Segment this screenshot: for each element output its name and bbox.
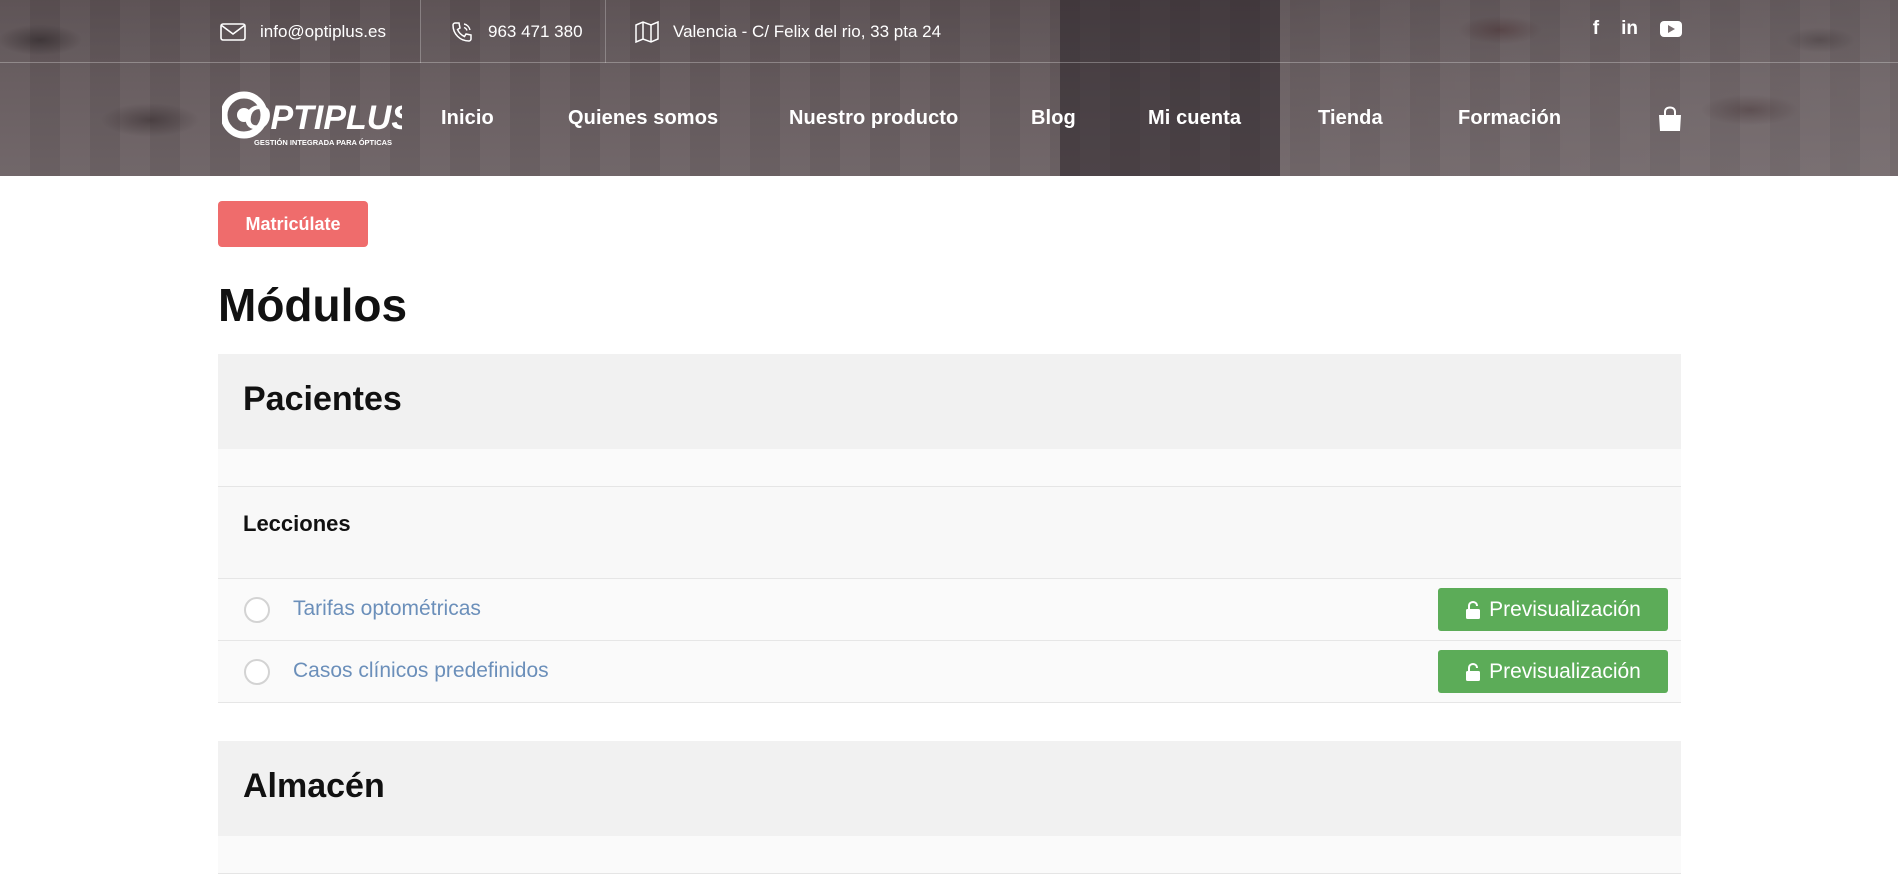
nav-item-formacion[interactable]: Formación bbox=[1458, 107, 1561, 130]
module-spacer bbox=[218, 449, 1681, 487]
lesson-row: Tarifas optométricas Previsualización bbox=[218, 579, 1681, 641]
main-navigation-row: OPTIPLUS GESTIÓN INTEGRADA PARA ÓPTICAS … bbox=[0, 63, 1898, 176]
unlock-icon bbox=[1466, 662, 1481, 681]
nav-item-nuestro-producto[interactable]: Nuestro producto bbox=[789, 107, 958, 130]
shopping-bag-icon[interactable] bbox=[1657, 106, 1683, 132]
nav-item-blog[interactable]: Blog bbox=[1031, 107, 1076, 130]
main-nav: Inicio Quienes somos Nuestro producto Bl… bbox=[0, 63, 1898, 176]
preview-label: Previsualización bbox=[1489, 659, 1641, 683]
preview-label: Previsualización bbox=[1489, 597, 1641, 621]
email-text: info@optiplus.es bbox=[260, 21, 386, 41]
module-header[interactable]: Pacientes bbox=[218, 354, 1681, 449]
module-title: Almacén bbox=[243, 767, 385, 805]
address-contact[interactable]: Valencia - C/ Felix del rio, 33 pta 24 bbox=[635, 0, 941, 63]
nav-item-inicio[interactable]: Inicio bbox=[441, 107, 494, 130]
email-contact[interactable]: info@optiplus.es bbox=[220, 0, 386, 63]
module-title: Pacientes bbox=[243, 380, 402, 418]
map-icon bbox=[635, 20, 659, 43]
lesson-status-circle bbox=[244, 659, 270, 685]
divider bbox=[605, 0, 606, 63]
enroll-button[interactable]: Matricúlate bbox=[218, 201, 368, 247]
unlock-icon bbox=[1466, 600, 1481, 619]
lessons-header: Lecciones bbox=[218, 487, 1681, 579]
header-hero: info@optiplus.es 963 471 380 Valencia - … bbox=[0, 0, 1898, 176]
lesson-link[interactable]: Tarifas optométricas bbox=[293, 597, 481, 621]
nav-item-quienes-somos[interactable]: Quienes somos bbox=[568, 107, 718, 130]
phone-contact[interactable]: 963 471 380 bbox=[450, 0, 583, 63]
linkedin-icon[interactable]: in bbox=[1621, 18, 1638, 40]
top-contact-bar: info@optiplus.es 963 471 380 Valencia - … bbox=[0, 0, 1898, 63]
facebook-icon[interactable]: f bbox=[1593, 18, 1599, 40]
lesson-row: Casos clínicos predefinidos Previsualiza… bbox=[218, 641, 1681, 703]
youtube-play-glyph bbox=[1668, 25, 1675, 33]
envelope-icon bbox=[220, 22, 246, 41]
preview-button[interactable]: Previsualización bbox=[1438, 650, 1668, 693]
social-links: f in bbox=[1593, 0, 1682, 58]
divider bbox=[420, 0, 421, 63]
module-spacer bbox=[218, 836, 1681, 874]
lesson-status-circle bbox=[244, 597, 270, 623]
address-text: Valencia - C/ Felix del rio, 33 pta 24 bbox=[673, 21, 942, 41]
modules-heading: Módulos bbox=[218, 279, 408, 331]
module-header[interactable]: Almacén bbox=[218, 741, 1681, 836]
nav-item-tienda[interactable]: Tienda bbox=[1318, 107, 1383, 130]
lesson-link[interactable]: Casos clínicos predefinidos bbox=[293, 659, 549, 683]
youtube-icon[interactable] bbox=[1660, 21, 1682, 37]
preview-button[interactable]: Previsualización bbox=[1438, 588, 1668, 631]
nav-item-mi-cuenta[interactable]: Mi cuenta bbox=[1148, 107, 1241, 130]
lessons-label: Lecciones bbox=[243, 511, 351, 536]
phone-icon bbox=[452, 21, 472, 42]
phone-text: 963 471 380 bbox=[488, 21, 583, 41]
